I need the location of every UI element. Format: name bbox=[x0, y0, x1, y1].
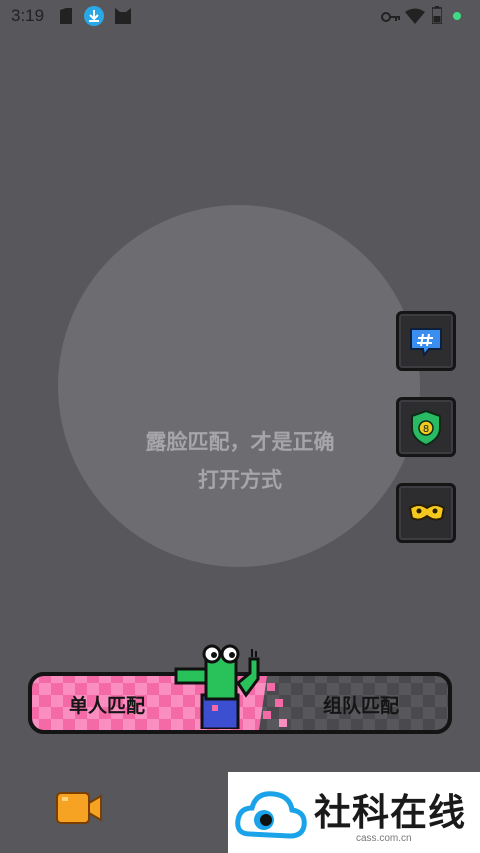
svg-text:8: 8 bbox=[423, 424, 429, 435]
wifi-icon bbox=[405, 8, 425, 24]
single-match-button[interactable]: 单人匹配 bbox=[69, 691, 145, 718]
crocodile-mascot-icon bbox=[174, 644, 260, 729]
download-icon bbox=[84, 6, 104, 26]
hint-line-1: 露脸匹配，才是正确 bbox=[145, 430, 335, 454]
battery-icon bbox=[432, 6, 442, 24]
watermark-title: 社科在线 bbox=[314, 790, 466, 834]
eye-mask-icon bbox=[408, 504, 446, 521]
status-bar: 3:19 bbox=[0, 0, 480, 34]
face-match-hint: 露脸匹配，才是正确 打开方式 bbox=[120, 423, 360, 499]
key-icon bbox=[381, 12, 400, 22]
dot-indicator-icon bbox=[453, 12, 461, 20]
hint-line-2: 打开方式 bbox=[198, 468, 282, 492]
watermark-url: cass.com.cn bbox=[356, 833, 412, 844]
cloud-eye-logo-icon bbox=[235, 791, 307, 839]
sim-card-icon bbox=[60, 8, 72, 24]
watermark-logo: 社科在线 cass.com.cn bbox=[228, 772, 480, 853]
cat-app-icon bbox=[115, 8, 131, 24]
shield-badge-button[interactable]: 8 bbox=[396, 397, 456, 457]
camera-preview-circle[interactable] bbox=[58, 205, 420, 567]
team-match-button[interactable]: 组队匹配 bbox=[323, 691, 399, 718]
status-time: 3:19 bbox=[11, 6, 45, 25]
chat-hash-button[interactable] bbox=[396, 311, 456, 371]
hash-chat-bubble-icon bbox=[410, 328, 442, 358]
mask-filter-button[interactable] bbox=[396, 483, 456, 543]
camera-icon[interactable] bbox=[55, 787, 105, 827]
shield-icon: 8 bbox=[411, 409, 441, 447]
